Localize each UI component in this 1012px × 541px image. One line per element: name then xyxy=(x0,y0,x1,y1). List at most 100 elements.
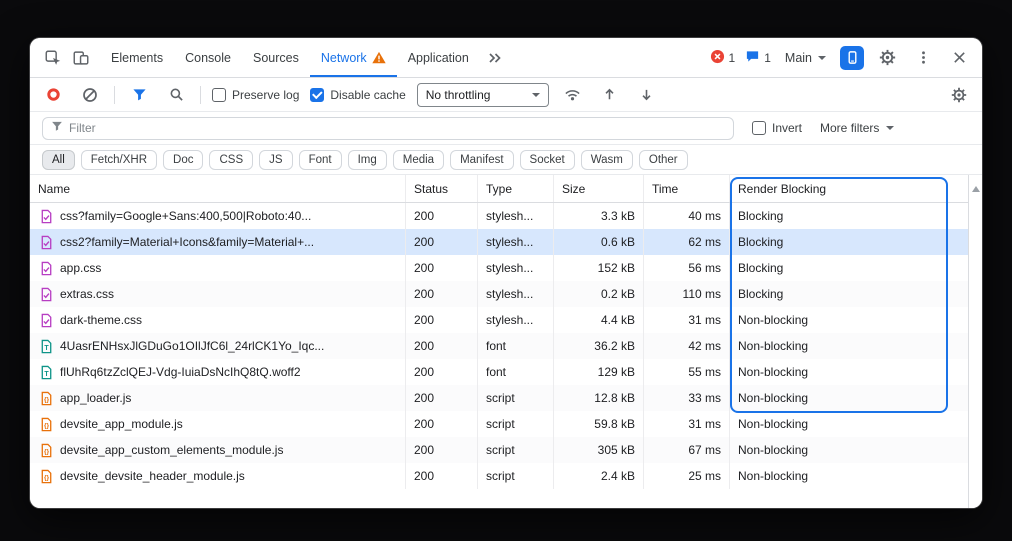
more-panels-icon[interactable] xyxy=(482,45,508,71)
throttling-select[interactable]: No throttling xyxy=(417,83,549,107)
tab-console[interactable]: Console xyxy=(174,38,242,77)
cell-size: 305 kB xyxy=(554,437,644,463)
column-header-render-blocking[interactable]: Render Blocking xyxy=(730,175,968,202)
request-row[interactable]: TflUhRq6tzZclQEJ-Vdg-IuiaDsNcIhQ8tQ.woff… xyxy=(30,359,968,385)
request-row[interactable]: {}devsite_devsite_header_module.js200scr… xyxy=(30,463,968,489)
requests-rows: css?family=Google+Sans:400,500|Roboto:40… xyxy=(30,203,968,489)
devtools-tabbar: Elements Console SourcesNetworkApplication… xyxy=(30,38,982,78)
cell-name: css?family=Google+Sans:400,500|Roboto:40… xyxy=(30,203,406,229)
preserve-log-checkbox[interactable]: Preserve log xyxy=(212,88,299,102)
menu-dots-icon[interactable] xyxy=(910,45,936,71)
chip-css[interactable]: CSS xyxy=(209,150,253,170)
request-row[interactable]: {}app_loader.js200script12.8 kB33 msNon-… xyxy=(30,385,968,411)
device-toolbar-icon[interactable] xyxy=(68,45,94,71)
scroll-up-icon[interactable] xyxy=(972,186,980,192)
record-network-log-icon[interactable] xyxy=(40,82,66,108)
cell-name: T4UasrENHsxJlGDuGo1OIlJfC6l_24rlCK1Yo_Iq… xyxy=(30,333,406,359)
cell-size: 0.2 kB xyxy=(554,281,644,307)
chip-manifest[interactable]: Manifest xyxy=(450,150,513,170)
issues-icon xyxy=(745,49,760,67)
request-row[interactable]: extras.css200stylesh...0.2 kB110 msBlock… xyxy=(30,281,968,307)
chip-doc[interactable]: Doc xyxy=(163,150,203,170)
cell-size: 59.8 kB xyxy=(554,411,644,437)
cell-size: 36.2 kB xyxy=(554,333,644,359)
clear-network-log-icon[interactable] xyxy=(77,82,103,108)
cell-name: extras.css xyxy=(30,281,406,307)
cell-time: 25 ms xyxy=(644,463,730,489)
cell-name: css2?family=Material+Icons&family=Materi… xyxy=(30,229,406,255)
svg-text:{}: {} xyxy=(43,396,49,403)
request-row[interactable]: {}devsite_app_custom_elements_module.js2… xyxy=(30,437,968,463)
tab-network[interactable]: Network xyxy=(310,38,397,77)
disable-cache-checkbox[interactable]: Disable cache xyxy=(310,88,405,102)
chip-media[interactable]: Media xyxy=(393,150,444,170)
issues-count-badge[interactable]: 1 xyxy=(745,49,771,67)
column-header-size[interactable]: Size xyxy=(554,175,644,202)
chip-font[interactable]: Font xyxy=(299,150,342,170)
column-header-name[interactable]: Name xyxy=(30,175,406,202)
chip-other[interactable]: Other xyxy=(639,150,688,170)
chip-js[interactable]: JS xyxy=(259,150,292,170)
request-row[interactable]: dark-theme.css200stylesh...4.4 kB31 msNo… xyxy=(30,307,968,333)
request-row[interactable]: css?family=Google+Sans:400,500|Roboto:40… xyxy=(30,203,968,229)
settings-gear-icon[interactable] xyxy=(874,45,900,71)
context-selector[interactable]: Main xyxy=(781,49,830,67)
cell-render-blocking: Non-blocking xyxy=(730,463,968,489)
chip-img[interactable]: Img xyxy=(348,150,387,170)
cell-status: 200 xyxy=(406,255,478,281)
cell-time: 31 ms xyxy=(644,411,730,437)
tab-label: Console xyxy=(185,51,231,65)
screencast-icon[interactable] xyxy=(840,46,864,70)
cell-type: stylesh... xyxy=(478,281,554,307)
cell-name: app.css xyxy=(30,255,406,281)
chip-wasm[interactable]: Wasm xyxy=(581,150,633,170)
tab-elements[interactable]: Elements xyxy=(100,38,174,77)
scrollbar[interactable] xyxy=(968,175,982,508)
script-file-icon: {} xyxy=(38,390,54,406)
cell-status: 200 xyxy=(406,463,478,489)
request-row[interactable]: app.css200stylesh...152 kB56 msBlocking xyxy=(30,255,968,281)
search-icon[interactable] xyxy=(163,82,189,108)
import-har-icon[interactable] xyxy=(597,82,623,108)
export-har-icon[interactable] xyxy=(634,82,660,108)
cell-time: 55 ms xyxy=(644,359,730,385)
chip-fetch-xhr[interactable]: Fetch/XHR xyxy=(81,150,157,170)
cell-name: {}devsite_app_module.js xyxy=(30,411,406,437)
filter-input-wrap xyxy=(42,117,734,140)
request-row[interactable]: T4UasrENHsxJlGDuGo1OIlJfC6l_24rlCK1Yo_Iq… xyxy=(30,333,968,359)
column-header-type[interactable]: Type xyxy=(478,175,554,202)
panel-tabs: Elements Console SourcesNetworkApplication xyxy=(100,38,480,77)
filter-input[interactable] xyxy=(69,121,725,135)
requests-table-main: NameStatusTypeSizeTimeRender Blocking cs… xyxy=(30,175,968,508)
checkbox-icon xyxy=(310,88,324,102)
column-header-status[interactable]: Status xyxy=(406,175,478,202)
more-filters-button[interactable]: More filters xyxy=(820,121,894,135)
stylesheet-file-icon xyxy=(38,208,54,224)
font-file-icon: T xyxy=(38,338,54,354)
stylesheet-file-icon xyxy=(38,312,54,328)
request-row[interactable]: {}devsite_app_module.js200script59.8 kB3… xyxy=(30,411,968,437)
error-count-badge[interactable]: 1 xyxy=(710,49,736,67)
column-header-time[interactable]: Time xyxy=(644,175,730,202)
invert-checkbox[interactable]: Invert xyxy=(752,121,802,135)
filter-icon[interactable] xyxy=(126,82,152,108)
request-row[interactable]: css2?family=Material+Icons&family=Materi… xyxy=(30,229,968,255)
network-conditions-icon[interactable] xyxy=(560,82,586,108)
tab-sources[interactable]: Sources xyxy=(242,38,310,77)
chip-socket[interactable]: Socket xyxy=(520,150,575,170)
chip-all[interactable]: All xyxy=(42,150,75,170)
cell-render-blocking: Blocking xyxy=(730,203,968,229)
network-settings-gear-icon[interactable] xyxy=(946,82,972,108)
inspect-element-icon[interactable] xyxy=(40,45,66,71)
close-icon[interactable] xyxy=(946,45,972,71)
tab-application[interactable]: Application xyxy=(397,38,480,77)
cell-status: 200 xyxy=(406,437,478,463)
script-file-icon: {} xyxy=(38,468,54,484)
script-file-icon: {} xyxy=(38,416,54,432)
issues-count: 1 xyxy=(764,51,771,65)
cell-time: 33 ms xyxy=(644,385,730,411)
cell-render-blocking: Non-blocking xyxy=(730,385,968,411)
cell-render-blocking: Non-blocking xyxy=(730,307,968,333)
chevron-down-icon xyxy=(886,126,894,130)
cell-time: 56 ms xyxy=(644,255,730,281)
